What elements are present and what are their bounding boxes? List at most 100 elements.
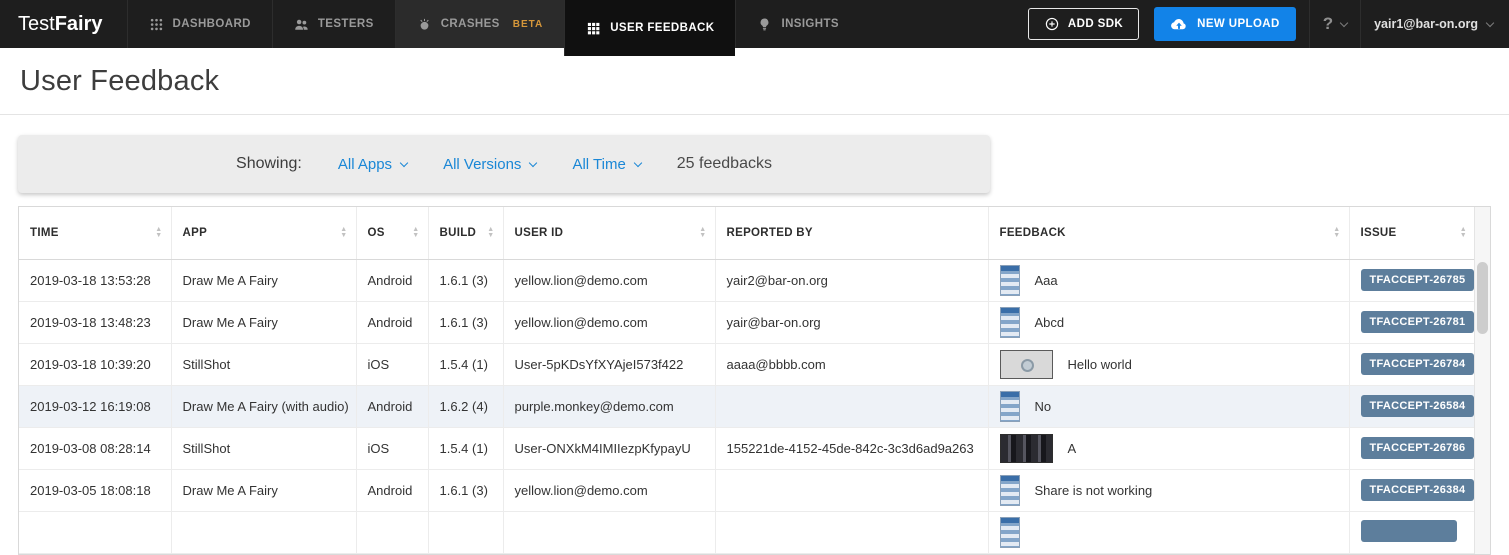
nav-item-user-feedback[interactable]: USER FEEDBACK — [564, 0, 735, 56]
feedback-text: A — [1068, 441, 1077, 456]
cell-user-id: yellow.lion@demo.com — [503, 301, 715, 343]
table-row[interactable]: 2019-03-05 18:08:18Draw Me A FairyAndroi… — [19, 469, 1475, 511]
feedback-text: Hello world — [1068, 357, 1132, 372]
feedback-thumbnail[interactable] — [1000, 391, 1020, 422]
cell-app: Draw Me A Fairy — [171, 259, 356, 301]
sort-arrows-icon[interactable]: ▲▼ — [412, 227, 419, 239]
cell-user-id — [503, 511, 715, 553]
sort-arrows-icon[interactable]: ▲▼ — [487, 227, 494, 239]
cell-issue: TFACCEPT-26785 — [1349, 259, 1475, 301]
table-row[interactable]: 2019-03-12 16:19:08Draw Me A Fairy (with… — [19, 385, 1475, 427]
cell-feedback: No — [988, 385, 1349, 427]
column-header-os[interactable]: OS▲▼ — [356, 207, 428, 259]
vertical-scrollbar-track[interactable] — [1474, 207, 1490, 554]
nav-item-label: CRASHES — [441, 18, 500, 30]
add-sdk-button[interactable]: ADD SDK — [1028, 8, 1139, 40]
column-header-feedback[interactable]: FEEDBACK▲▼ — [988, 207, 1349, 259]
testfairy-logo[interactable]: TestFairy — [0, 0, 127, 48]
cell-feedback — [988, 511, 1349, 553]
cell-os: Android — [356, 301, 428, 343]
table-row[interactable]: 2019-03-18 10:39:20StillShotiOS1.5.4 (1)… — [19, 343, 1475, 385]
cell-issue: TFACCEPT-26784 — [1349, 343, 1475, 385]
feedback-text: No — [1035, 399, 1052, 414]
cell-issue: TFACCEPT-26786 — [1349, 427, 1475, 469]
feedback-thumbnail[interactable] — [1000, 517, 1020, 548]
versions-filter-dropdown[interactable]: All Versions — [443, 156, 536, 173]
vertical-scrollbar-thumb[interactable] — [1477, 262, 1488, 334]
issue-badge[interactable]: TFACCEPT-26781 — [1361, 311, 1475, 333]
feedback-thumbnail[interactable] — [1000, 265, 1020, 296]
cell-feedback: A — [988, 427, 1349, 469]
cell-reported-by: yair2@bar-on.org — [715, 259, 988, 301]
issue-badge[interactable]: TFACCEPT-26785 — [1361, 269, 1475, 291]
feedback-thumbnail[interactable] — [1000, 475, 1020, 506]
new-upload-label: NEW UPLOAD — [1197, 18, 1280, 30]
navbar-right: ADD SDK NEW UPLOAD ? yair1@bar-on.org — [1028, 0, 1509, 48]
sort-arrows-icon[interactable]: ▲▼ — [699, 227, 706, 239]
cell-reported-by: 155221de-4152-45de-842c-3c3d6ad9a263 — [715, 427, 988, 469]
sort-arrows-icon[interactable]: ▲▼ — [155, 227, 162, 239]
issue-badge[interactable] — [1361, 520, 1457, 542]
new-upload-button[interactable]: NEW UPLOAD — [1154, 7, 1296, 41]
nav-item-insights[interactable]: INSIGHTS — [735, 0, 860, 48]
cell-app: Draw Me A Fairy — [171, 301, 356, 343]
table-row[interactable]: 2019-03-18 13:48:23Draw Me A FairyAndroi… — [19, 301, 1475, 343]
column-header-app[interactable]: APP▲▼ — [171, 207, 356, 259]
table-row[interactable] — [19, 511, 1475, 553]
cell-user-id: User-ONXkM4IMIIezpKfypayU — [503, 427, 715, 469]
sort-arrows-icon[interactable]: ▲▼ — [340, 227, 347, 239]
time-filter-value: All Time — [572, 156, 625, 173]
column-header-label: ISSUE — [1361, 227, 1397, 239]
column-header-issue[interactable]: ISSUE ▲▼ — [1349, 207, 1475, 259]
cell-app: StillShot — [171, 427, 356, 469]
logo-text-fairy: Fairy — [55, 13, 103, 36]
nav-item-crashes[interactable]: CRASHES BETA — [395, 0, 565, 48]
bulb-icon — [757, 17, 772, 32]
issue-badge[interactable]: TFACCEPT-26786 — [1361, 437, 1475, 459]
user-email: yair1@bar-on.org — [1374, 17, 1478, 31]
page-header: User Feedback — [0, 48, 1509, 115]
apps-filter-dropdown[interactable]: All Apps — [338, 156, 407, 173]
column-header-label: USER ID — [515, 227, 564, 239]
cell-time: 2019-03-18 13:48:23 — [19, 301, 171, 343]
chevron-down-icon — [634, 159, 642, 167]
issue-badge[interactable]: TFACCEPT-26384 — [1361, 479, 1475, 501]
cell-build: 1.5.4 (1) — [428, 343, 503, 385]
column-header-time[interactable]: TIME▲▼ — [19, 207, 171, 259]
cell-app: Draw Me A Fairy (with audio) — [171, 385, 356, 427]
cell-reported-by: yair@bar-on.org — [715, 301, 988, 343]
sort-arrows-icon[interactable]: ▲▼ — [1460, 227, 1467, 239]
cell-time — [19, 511, 171, 553]
divider — [1360, 0, 1361, 48]
column-header-user-id[interactable]: USER ID ▲▼ — [503, 207, 715, 259]
cell-feedback: Aaa — [988, 259, 1349, 301]
nav-item-label: TESTERS — [318, 18, 374, 30]
crash-icon — [417, 17, 432, 32]
table-row[interactable]: 2019-03-08 08:28:14StillShotiOS1.5.4 (1)… — [19, 427, 1475, 469]
grid-dots-icon — [149, 17, 164, 32]
cell-time: 2019-03-05 18:08:18 — [19, 469, 171, 511]
time-filter-dropdown[interactable]: All Time — [572, 156, 640, 173]
cell-reported-by — [715, 469, 988, 511]
nav-items: DASHBOARD TESTERS CRASHES BETA USER FEED… — [127, 0, 860, 48]
feedback-thumbnail[interactable] — [1000, 307, 1020, 338]
cell-reported-by: aaaa@bbbb.com — [715, 343, 988, 385]
table-row[interactable]: 2019-03-18 13:53:28Draw Me A FairyAndroi… — [19, 259, 1475, 301]
nav-item-label: INSIGHTS — [781, 18, 839, 30]
feedback-thumbnail[interactable] — [1000, 434, 1053, 463]
cell-os: Android — [356, 385, 428, 427]
cell-user-id: purple.monkey@demo.com — [503, 385, 715, 427]
add-sdk-label: ADD SDK — [1068, 18, 1123, 30]
issue-badge[interactable]: TFACCEPT-26784 — [1361, 353, 1475, 375]
feedback-table: TIME▲▼APP▲▼OS▲▼BUILD▲▼ USER ID ▲▼ REPORTED … — [19, 207, 1475, 554]
help-menu[interactable]: ? — [1323, 14, 1347, 34]
sort-arrows-icon[interactable]: ▲▼ — [1333, 227, 1340, 239]
column-header-build[interactable]: BUILD▲▼ — [428, 207, 503, 259]
column-header-reported-by[interactable]: REPORTED BY — [715, 207, 988, 259]
feedback-thumbnail[interactable] — [1000, 350, 1053, 379]
nav-item-dashboard[interactable]: DASHBOARD — [127, 0, 272, 48]
nav-item-testers[interactable]: TESTERS — [272, 0, 395, 48]
user-account-menu[interactable]: yair1@bar-on.org — [1374, 17, 1493, 31]
issue-badge[interactable]: TFACCEPT-26584 — [1361, 395, 1475, 417]
cell-build: 1.5.4 (1) — [428, 427, 503, 469]
